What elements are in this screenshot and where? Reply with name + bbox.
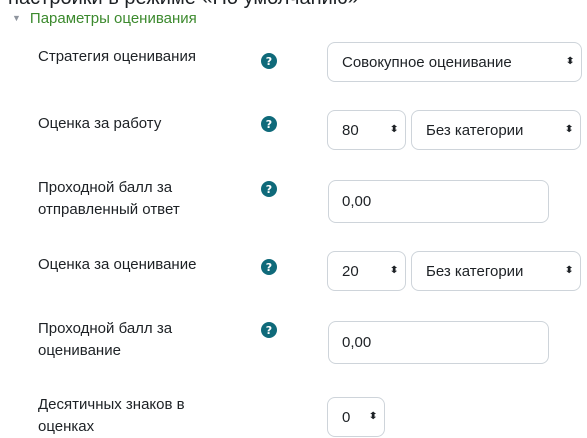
select-arrows-icon: ⬍ (388, 124, 399, 135)
select-arrows-icon: ⬍ (563, 124, 574, 135)
decimals-label-line1: Десятичных знаков в (38, 396, 185, 413)
assessment-grade-category-value: Без категории (426, 262, 524, 280)
submission-pass-label: Проходной балл за отправленный ответ (38, 177, 180, 221)
decimals-label-line2: оценках (38, 418, 95, 435)
select-arrows-icon: ⬍ (388, 265, 399, 276)
submission-grade-label: Оценка за работу (38, 115, 162, 132)
select-arrows-icon: ⬍ (564, 56, 575, 67)
strategy-label: Стратегия оценивания (38, 48, 196, 65)
decimals-value: 0 (342, 408, 351, 426)
grading-strategy-value: Совокупное оценивание (342, 53, 512, 71)
submission-pass-input[interactable]: 0,00 (328, 180, 549, 223)
assessment-pass-label-line2: оценивание (38, 342, 121, 359)
submission-grade-category-value: Без категории (426, 121, 524, 139)
select-arrows-icon: ⬍ (367, 411, 378, 422)
select-arrows-icon: ⬍ (563, 265, 574, 276)
decimals-label: Десятичных знаков в оценках (38, 394, 185, 438)
assessment-pass-label: Проходной балл за оценивание (38, 318, 172, 362)
assessment-pass-label-line1: Проходной балл за (38, 320, 173, 337)
assessment-pass-input[interactable]: 0,00 (328, 321, 549, 364)
page-header-fragment: настройки в режиме «По умолчанию» (8, 0, 359, 10)
submission-pass-label-line2: отправленный ответ (38, 201, 180, 218)
submission-pass-label-line1: Проходной балл за (38, 179, 173, 196)
help-icon[interactable]: ? (261, 181, 277, 197)
assessment-grade-label: Оценка за оценивание (38, 256, 197, 273)
help-icon[interactable]: ? (261, 259, 277, 275)
collapse-caret-icon: ▼ (12, 12, 21, 23)
help-icon[interactable]: ? (261, 116, 277, 132)
submission-grade-value: 80 (342, 121, 359, 139)
section-title: Параметры оценивания (29, 10, 197, 27)
decimals-select[interactable]: 0 ⬍ (327, 397, 385, 437)
submission-grade-select[interactable]: 80 ⬍ (327, 110, 406, 150)
grading-strategy-select[interactable]: Совокупное оценивание ⬍ (327, 42, 582, 82)
assessment-grade-category-select[interactable]: Без категории ⬍ (411, 251, 581, 291)
assessment-grade-value: 20 (342, 262, 359, 280)
help-icon[interactable]: ? (261, 322, 277, 338)
help-icon[interactable]: ? (261, 53, 277, 69)
section-toggle-grading[interactable]: ▼ Параметры оценивания (12, 10, 197, 27)
assessment-grade-select[interactable]: 20 ⬍ (327, 251, 406, 291)
submission-grade-category-select[interactable]: Без категории ⬍ (411, 110, 581, 150)
